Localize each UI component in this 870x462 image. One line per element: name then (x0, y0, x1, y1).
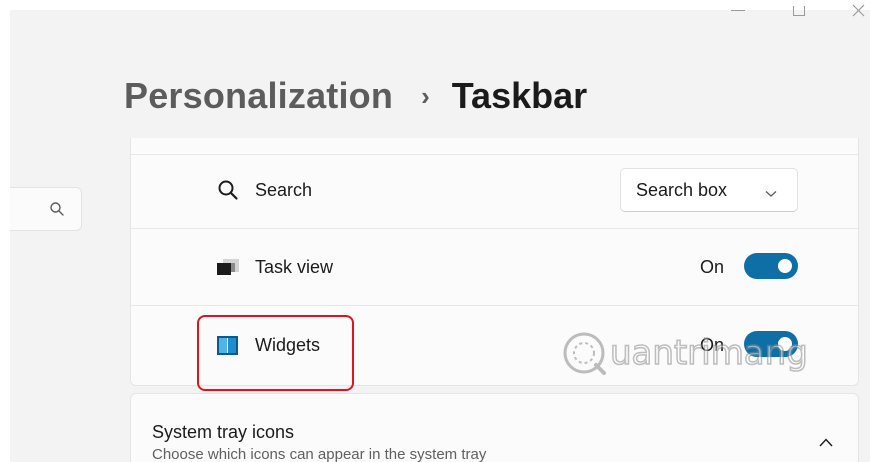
breadcrumb-separator: › (421, 80, 430, 111)
minimize-icon[interactable] (731, 10, 745, 11)
search-mode-value: Search box (636, 180, 728, 200)
system-tray-title: System tray icons (152, 422, 295, 442)
system-tray-subtitle: Choose which icons can appear in the sys… (152, 446, 487, 462)
settings-search-input[interactable] (10, 187, 82, 231)
widgets-toggle[interactable] (744, 331, 798, 357)
maximize-icon[interactable] (793, 6, 805, 16)
widgets-state: On (700, 335, 725, 355)
task-view-row: Task view On (131, 228, 858, 305)
search-mode-dropdown[interactable]: Search box (620, 168, 798, 212)
search-icon[interactable] (49, 201, 65, 222)
task-view-toggle[interactable] (744, 253, 798, 279)
search-label: Search (255, 180, 313, 200)
system-tray-card[interactable]: System tray icons Choose which icons can… (130, 393, 859, 462)
search-row: Search Search box (131, 154, 858, 228)
search-icon (217, 179, 239, 206)
toggle-knob (778, 337, 792, 351)
breadcrumb: Personalization › Taskbar (124, 72, 587, 120)
widgets-highlight-box (197, 315, 354, 391)
chevron-down-icon (765, 185, 777, 203)
breadcrumb-personalization[interactable]: Personalization (124, 75, 393, 117)
task-view-icon (217, 259, 239, 280)
task-view-state: On (700, 257, 725, 277)
chevron-up-icon[interactable] (819, 434, 833, 452)
close-icon[interactable] (850, 4, 866, 18)
toggle-knob (778, 259, 792, 273)
page-title: Taskbar (451, 75, 588, 116)
task-view-label: Task view (255, 257, 334, 277)
